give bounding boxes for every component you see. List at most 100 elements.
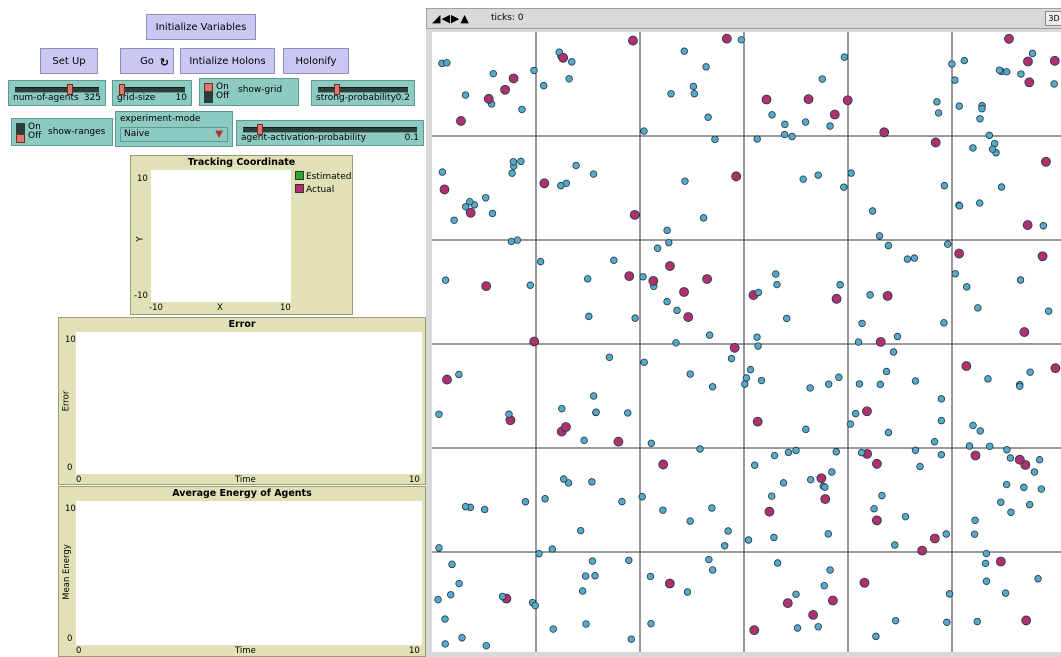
agent-strong	[1041, 156, 1051, 167]
agent-weak	[770, 533, 778, 542]
agent-strong	[1004, 33, 1014, 44]
agent-strong	[862, 406, 872, 417]
agent-weak	[702, 63, 710, 71]
agent-weak	[963, 283, 971, 291]
view-controls-icon[interactable]: ◢◀▶▲	[432, 12, 470, 25]
agent-weak	[806, 475, 815, 484]
agent-weak	[889, 348, 898, 356]
agent-weak	[708, 504, 716, 512]
agent-weak	[937, 450, 946, 459]
agent-weak	[720, 542, 729, 550]
agent-weak	[773, 559, 782, 567]
agent-weak	[793, 624, 802, 632]
agent-strong	[729, 342, 740, 353]
agent-weak	[955, 102, 963, 110]
agent-weak	[1017, 70, 1025, 78]
show-ranges-switch[interactable]: On Off show-ranges	[11, 118, 113, 146]
agent-weak	[857, 448, 866, 457]
agent-weak	[866, 291, 874, 299]
agent-weak	[940, 319, 948, 327]
agent-weak	[557, 181, 565, 190]
agent-weak	[835, 373, 843, 381]
agent-weak	[911, 377, 920, 385]
slider-value: 0.2	[395, 93, 410, 103]
agent-weak	[821, 483, 829, 491]
tracking-coordinate-plot: Tracking Coordinate 10 -10 Y -10 X 10 Es…	[130, 155, 353, 315]
plot-area	[76, 501, 422, 645]
go-button[interactable]: Go ↻	[120, 48, 174, 74]
agent-weak	[683, 588, 692, 596]
agent-weak	[854, 338, 863, 346]
agent-weak	[754, 288, 763, 297]
agent-activation-probability-slider[interactable]: agent-activation-probability 0.1	[236, 120, 424, 146]
x-axis-label: X	[217, 303, 223, 313]
agent-weak	[582, 620, 590, 628]
agent-weak	[1034, 575, 1042, 583]
agent-weak	[646, 572, 655, 581]
world-view[interactable]	[426, 29, 1061, 657]
forever-icon: ↻	[159, 56, 169, 69]
initialize-variables-button[interactable]: Initialize Variables	[146, 14, 256, 40]
agent-strong	[629, 209, 640, 220]
x-min-label: 0	[76, 646, 82, 656]
agent-weak	[746, 365, 755, 374]
agent-strong	[664, 578, 675, 589]
agent-weak	[870, 505, 878, 513]
agent-weak	[855, 380, 864, 388]
agent-weak	[631, 314, 639, 322]
agent-weak	[891, 541, 899, 549]
agent-strong	[439, 184, 450, 195]
agent-strong	[721, 33, 732, 44]
toggle-box[interactable]	[204, 83, 213, 103]
agent-strong	[1023, 56, 1033, 67]
experiment-mode-chooser[interactable]: experiment-mode Naive ▼	[115, 111, 233, 147]
toggle-box[interactable]	[16, 123, 25, 143]
agent-weak	[773, 280, 781, 289]
agent-weak	[509, 158, 518, 166]
strong-probability-slider[interactable]: strong-probability 0.2	[311, 80, 415, 106]
agent-weak	[549, 625, 557, 633]
agent-weak	[455, 579, 463, 588]
agent-strong	[665, 261, 675, 271]
x-axis-label: Time	[235, 646, 256, 656]
agent-weak	[513, 236, 522, 244]
agent-weak	[704, 113, 712, 121]
chooser-select[interactable]: Naive ▼	[120, 127, 228, 142]
agent-strong	[882, 290, 893, 301]
agent-strong	[749, 625, 760, 636]
agent-weak	[653, 244, 662, 252]
agent-weak	[458, 634, 466, 642]
plot-title: Error	[228, 319, 256, 330]
agent-strong	[658, 459, 669, 470]
agent-weak	[578, 587, 587, 595]
agent-weak	[531, 601, 539, 610]
chooser-value: Naive	[124, 129, 150, 139]
grid-size-slider[interactable]: grid-size 10	[112, 80, 192, 106]
show-grid-switch[interactable]: On Off show-grid	[199, 78, 299, 106]
setup-button[interactable]: Set Up	[40, 48, 98, 74]
agent-weak	[548, 545, 557, 553]
agent-weak	[482, 641, 490, 650]
agent-weak	[744, 536, 753, 544]
agent-weak	[792, 446, 800, 455]
plot-title: Tracking Coordinate	[187, 157, 296, 168]
agent-weak	[580, 436, 588, 445]
agent-weak	[441, 615, 449, 623]
agent-strong	[961, 361, 972, 371]
initialize-holons-button[interactable]: Intialize Holons	[180, 48, 275, 74]
3d-view-button[interactable]: 3D	[1045, 11, 1061, 26]
agent-weak	[505, 410, 513, 418]
holonify-button[interactable]: Holonify	[283, 48, 349, 74]
agent-weak	[673, 306, 681, 315]
agent-weak	[461, 502, 470, 511]
num-of-agents-slider[interactable]: num-of-agents 325	[8, 80, 106, 106]
agent-weak	[1030, 468, 1039, 476]
agent-weak	[647, 619, 655, 628]
agent-weak	[985, 131, 994, 140]
agent-weak	[1003, 68, 1011, 76]
agent-weak	[955, 202, 964, 210]
agent-weak	[443, 59, 451, 67]
agent-strong	[752, 416, 763, 427]
agent-weak	[828, 468, 836, 476]
agent-weak	[910, 254, 919, 262]
